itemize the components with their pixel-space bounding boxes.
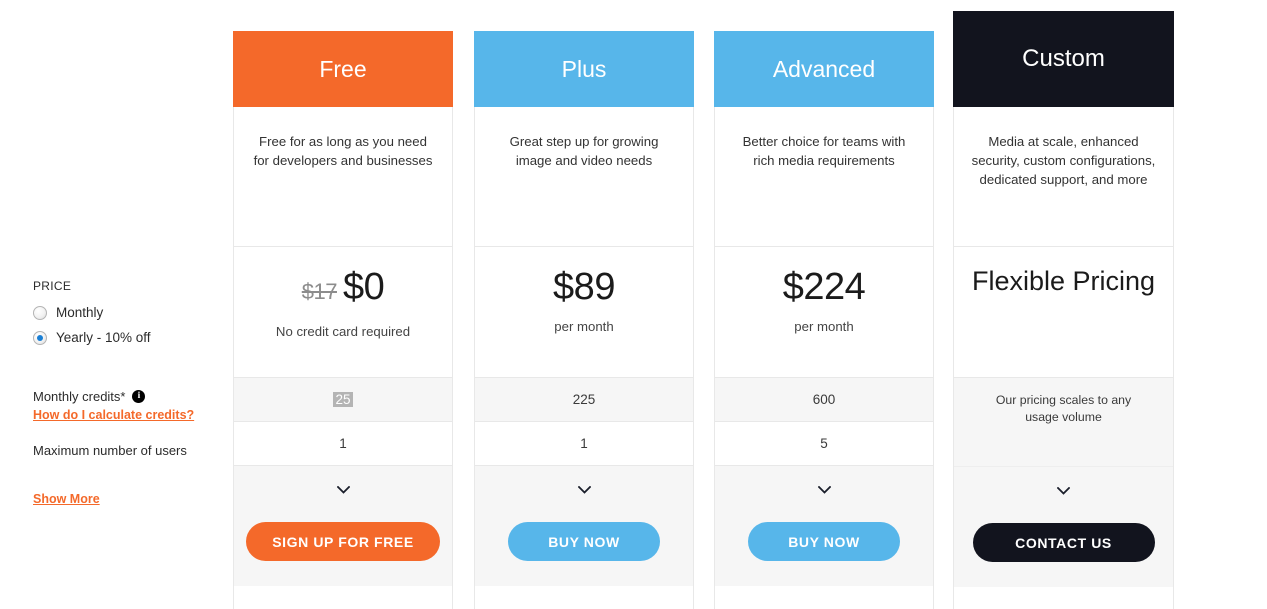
info-icon[interactable]: i	[132, 390, 146, 403]
chevron-down-icon[interactable]	[336, 486, 350, 494]
plan-header-plus: Plus	[474, 31, 694, 107]
plan-column-plus: Plus Great step up for growing image and…	[474, 0, 694, 609]
plan-price-row-free: $17 $0 No credit card required	[234, 247, 452, 378]
plan-description-custom: Media at scale, enhanced security, custo…	[971, 134, 1156, 187]
plan-price-custom: Flexible Pricing	[971, 266, 1156, 296]
plan-monthly-credits-free-value: 25	[333, 392, 353, 407]
chevron-down-icon[interactable]	[817, 486, 831, 494]
billing-option-monthly[interactable]: Monthly	[33, 305, 103, 320]
plan-price-subtext-free: No credit card required	[275, 324, 411, 339]
plan-body-advanced: Better choice for teams with rich media …	[714, 107, 934, 609]
expand-features-free[interactable]	[234, 466, 452, 514]
plan-max-users-free: 1	[234, 422, 452, 466]
show-more-link[interactable]: Show More	[33, 492, 100, 506]
plan-description-advanced: Better choice for teams with rich media …	[742, 134, 906, 168]
radio-yearly-icon[interactable]	[33, 330, 47, 345]
plan-body-free: Free for as long as you need for develop…	[233, 107, 453, 609]
plan-column-free: Free Free for as long as you need for de…	[233, 0, 453, 609]
plan-description-row-advanced: Better choice for teams with rich media …	[715, 107, 933, 247]
plan-price-plus: $89	[553, 266, 615, 308]
feature-label-column: PRICE Monthly Yearly - 10% off Monthly c…	[0, 0, 232, 609]
plan-old-price-free: $17	[301, 279, 338, 304]
feature-row-monthly-credits: Monthly credits* i	[33, 389, 146, 404]
plan-cta-row-plus: BUY NOW	[475, 514, 693, 586]
plan-body-custom: Media at scale, enhanced security, custo…	[953, 107, 1174, 609]
plan-header-advanced: Advanced	[714, 31, 934, 107]
plan-pricing-note-custom-text: Our pricing scales to any usage volume	[995, 393, 1132, 424]
plan-cta-row-custom: CONTACT US	[954, 515, 1173, 587]
calculate-credits-link[interactable]: How do I calculate credits?	[33, 408, 194, 422]
plan-monthly-credits-plus: 225	[475, 378, 693, 422]
plan-description-row-custom: Media at scale, enhanced security, custo…	[954, 107, 1173, 247]
feature-row-monthly-credits-label: Monthly credits*	[33, 389, 126, 404]
chevron-down-icon[interactable]	[577, 486, 591, 494]
plan-max-users-plus: 1	[475, 422, 693, 466]
plan-max-users-advanced: 5	[715, 422, 933, 466]
contact-us-button[interactable]: CONTACT US	[972, 523, 1155, 562]
plan-price-row-advanced: $224 per month	[715, 247, 933, 378]
plan-monthly-credits-free: 25	[234, 378, 452, 422]
expand-features-custom[interactable]	[954, 467, 1173, 515]
plan-description-plus: Great step up for growing image and vide…	[509, 134, 659, 168]
plan-price-row-plus: $89 per month	[475, 247, 693, 378]
billing-option-monthly-label: Monthly	[56, 305, 104, 320]
billing-option-yearly[interactable]: Yearly - 10% off	[33, 330, 151, 345]
plan-description-row-free: Free for as long as you need for develop…	[234, 107, 452, 247]
buy-now-button-plus[interactable]: BUY NOW	[508, 522, 660, 561]
plan-price-subtext-advanced: per month	[794, 319, 854, 334]
plan-cta-row-free: SIGN UP FOR FREE	[234, 514, 452, 586]
plan-price-advanced: $224	[782, 266, 866, 308]
plan-header-custom: Custom	[953, 11, 1174, 107]
expand-features-plus[interactable]	[475, 466, 693, 514]
plan-description-row-plus: Great step up for growing image and vide…	[475, 107, 693, 247]
plan-header-free: Free	[233, 31, 453, 107]
expand-features-advanced[interactable]	[715, 466, 933, 514]
price-section-label: PRICE	[33, 279, 72, 293]
plan-column-advanced: Advanced Better choice for teams with ri…	[714, 0, 934, 609]
plan-monthly-credits-advanced: 600	[715, 378, 933, 422]
radio-monthly-icon[interactable]	[33, 305, 47, 320]
plan-description-free: Free for as long as you need for develop…	[253, 134, 433, 168]
plan-price-row-custom: Flexible Pricing	[954, 247, 1173, 378]
signup-for-free-button[interactable]: SIGN UP FOR FREE	[246, 522, 440, 561]
plan-body-plus: Great step up for growing image and vide…	[474, 107, 694, 609]
plan-price-free: $17 $0	[302, 265, 385, 314]
feature-row-max-users-label: Maximum number of users	[33, 443, 187, 458]
chevron-down-icon[interactable]	[1057, 487, 1070, 495]
plan-column-custom: Custom Media at scale, enhanced security…	[953, 0, 1174, 609]
plan-current-price-free: $0	[342, 266, 385, 308]
plan-pricing-note-custom: Our pricing scales to any usage volume	[954, 378, 1173, 467]
billing-option-yearly-label: Yearly - 10% off	[56, 330, 151, 345]
plan-cta-row-advanced: BUY NOW	[715, 514, 933, 586]
plan-price-subtext-plus: per month	[554, 319, 614, 334]
buy-now-button-advanced[interactable]: BUY NOW	[748, 522, 900, 561]
